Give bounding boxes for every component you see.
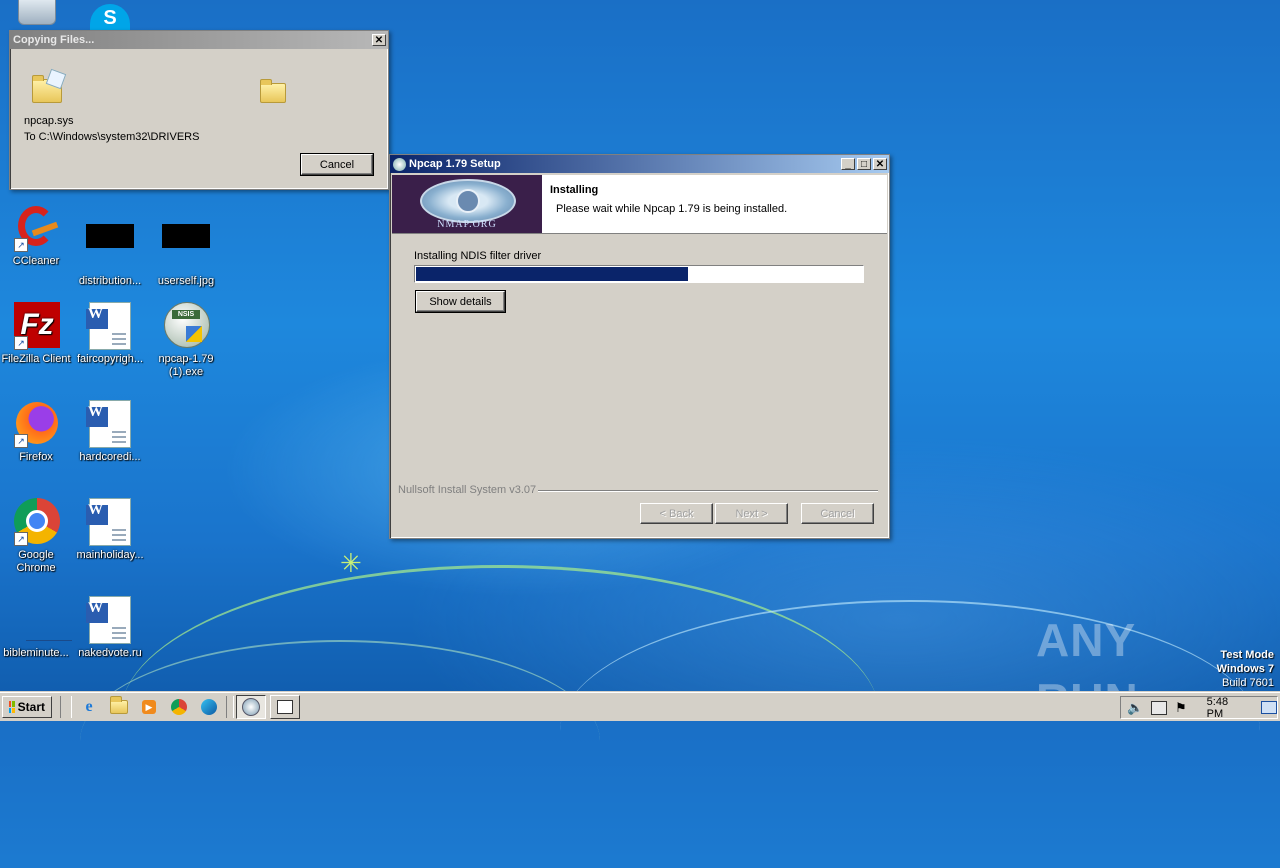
word-document-icon xyxy=(86,498,134,546)
close-icon: ✕ xyxy=(374,35,384,46)
desktop-icon-nakedvote[interactable]: nakedvote.ru xyxy=(74,596,146,660)
desktop-icon-faircopyright[interactable]: faircopyrigh... xyxy=(74,302,146,366)
nsis-branding: Nullsoft Install System v3.07 xyxy=(398,484,541,496)
desktop-icon-label: distribution... xyxy=(78,275,142,287)
nsis-installer-icon: NSIS xyxy=(162,302,210,350)
blank-file-icon xyxy=(12,596,72,644)
copy-dest-folder-icon xyxy=(260,79,286,103)
show-details-button[interactable]: Show details xyxy=(415,290,506,313)
media-player-icon[interactable]: ▶ xyxy=(136,696,162,718)
desktop-icon-userself[interactable]: userself.jpg xyxy=(150,204,222,288)
taskbar-separator xyxy=(60,696,72,718)
header-subtitle: Please wait while Npcap 1.79 is being in… xyxy=(556,203,788,215)
branding-line: Nullsoft Install System v3.07 xyxy=(398,484,878,496)
desktop-icon-hardcoredi[interactable]: hardcoredi... xyxy=(74,400,146,464)
nmap-logo-text: NMAP.ORG xyxy=(437,219,497,230)
npcap-setup-task-icon[interactable] xyxy=(236,695,266,719)
maximize-button[interactable]: □ xyxy=(857,158,871,170)
next-button[interactable]: Next > xyxy=(715,503,788,524)
copy-task-icon[interactable] xyxy=(270,695,300,719)
close-button[interactable]: ✕ xyxy=(372,34,386,46)
header-title: Installing xyxy=(550,184,599,196)
install-status: Installing NDIS filter driver xyxy=(414,250,542,262)
desktop-icon-label: mainholiday... xyxy=(76,549,144,561)
maximize-icon: □ xyxy=(860,159,868,170)
build-label: Build 7601 xyxy=(1222,677,1274,689)
copy-destination: To C:\Windows\system32\DRIVERS xyxy=(24,131,200,143)
firefox-icon: ↗ xyxy=(12,400,60,448)
close-icon: ✕ xyxy=(875,159,885,170)
windows-flag-icon xyxy=(9,701,15,713)
test-mode-label: Test Mode xyxy=(1220,649,1274,661)
setup-app-icon xyxy=(393,157,406,171)
taskbar-separator xyxy=(226,696,234,718)
ccleaner-icon: ↗ xyxy=(12,204,60,252)
copy-source-folder-icon xyxy=(32,68,67,103)
explorer-icon[interactable] xyxy=(106,696,132,718)
copying-files-titlebar[interactable]: Copying Files... ✕ xyxy=(10,31,388,49)
minimize-button[interactable]: _ xyxy=(841,158,855,170)
desktop-icon-label: Google Chrome xyxy=(16,549,56,574)
volume-icon[interactable]: 🔈 xyxy=(1127,700,1143,716)
desktop-icon-npcap-exe[interactable]: NSIS npcap-1.79 (1).exe xyxy=(150,302,222,379)
eye-pupil xyxy=(456,189,480,213)
desktop-icon-label: userself.jpg xyxy=(157,275,215,287)
test-mode-text: Test Mode Windows 7 Build 7601 xyxy=(1217,648,1274,690)
desktop-icon-label: hardcoredi... xyxy=(79,451,141,463)
npcap-setup-window: Npcap 1.79 Setup _ □ ✕ NMAP.ORG Installi… xyxy=(389,154,890,539)
system-tray: 🔈 ⚑ 5:48 PM xyxy=(1120,696,1278,720)
copy-file-name: npcap.sys xyxy=(24,115,74,127)
setup-header: NMAP.ORG Installing Please wait while Np… xyxy=(392,175,887,234)
desktop-icon-label: FileZilla Client xyxy=(1,353,71,365)
desktop-icon-label: bibleminute... xyxy=(3,647,69,659)
desktop-icon-mainholiday[interactable]: mainholiday... xyxy=(74,498,146,562)
anyrun-watermark: ANY RUN xyxy=(1036,610,1236,726)
network-icon[interactable] xyxy=(1151,700,1168,715)
edge-icon[interactable] xyxy=(196,696,222,718)
filezilla-icon: Fz ↗ xyxy=(12,302,60,350)
word-document-icon xyxy=(86,302,134,350)
word-document-icon xyxy=(86,596,134,644)
desktop-icon-distribution[interactable]: distribution... xyxy=(74,204,146,288)
chrome-icon: ↗ xyxy=(12,498,60,546)
close-button[interactable]: ✕ xyxy=(873,158,887,170)
desktop-icon-label: Firefox xyxy=(19,451,53,463)
image-thumbnail-icon xyxy=(162,224,210,272)
skype-icon[interactable]: S xyxy=(90,4,130,30)
desktop-icon-label: faircopyrigh... xyxy=(76,353,144,365)
wallpaper-swoosh xyxy=(80,640,600,842)
desktop-icon-bibleminute[interactable]: bibleminute... xyxy=(0,596,72,660)
clock[interactable]: 5:48 PM xyxy=(1207,696,1247,720)
copy-cancel-button[interactable]: Cancel xyxy=(300,153,374,176)
desktop-icon-label: npcap-1.79 (1).exe xyxy=(158,353,214,378)
desktop-icon-label: nakedvote.ru xyxy=(78,647,142,659)
start-button[interactable]: Start xyxy=(2,696,52,718)
show-desktop-icon[interactable] xyxy=(1261,701,1277,714)
wallpaper-leaf-icon: ✳ xyxy=(340,548,362,578)
setup-titlebar[interactable]: Npcap 1.79 Setup _ □ ✕ xyxy=(390,155,889,173)
recycle-bin-icon[interactable] xyxy=(18,0,56,25)
desktop-icon-filezilla[interactable]: Fz ↗ FileZilla Client xyxy=(0,302,72,366)
desktop-icon-firefox[interactable]: ↗ Firefox xyxy=(0,400,72,464)
start-label: Start xyxy=(17,700,45,714)
cancel-button[interactable]: Cancel xyxy=(801,503,874,524)
desktop-icon-ccleaner[interactable]: ↗ CCleaner xyxy=(0,204,72,268)
desktop-icon-chrome[interactable]: ↗ Google Chrome xyxy=(0,498,72,575)
taskbar: Start e ▶ 🔈 ⚑ 5:48 PM xyxy=(0,692,1280,721)
action-center-flag-icon[interactable]: ⚑ xyxy=(1175,700,1187,716)
install-progress-fill xyxy=(416,267,688,281)
chrome-icon[interactable] xyxy=(166,696,192,718)
nmap-logo: NMAP.ORG xyxy=(392,175,542,233)
window-title: Copying Files... xyxy=(13,34,95,46)
install-progress-bar xyxy=(414,265,864,283)
image-thumbnail-icon xyxy=(86,224,134,272)
minimize-icon: _ xyxy=(845,159,851,170)
os-label: Windows 7 xyxy=(1216,663,1274,675)
word-document-icon xyxy=(86,400,134,448)
window-title: Npcap 1.79 Setup xyxy=(409,158,501,170)
desktop-icon-label: CCleaner xyxy=(12,255,60,267)
copying-files-dialog: Copying Files... ✕ npcap.sys To C:\Windo… xyxy=(9,30,389,190)
back-button[interactable]: < Back xyxy=(640,503,713,524)
ie-icon[interactable]: e xyxy=(76,696,102,718)
